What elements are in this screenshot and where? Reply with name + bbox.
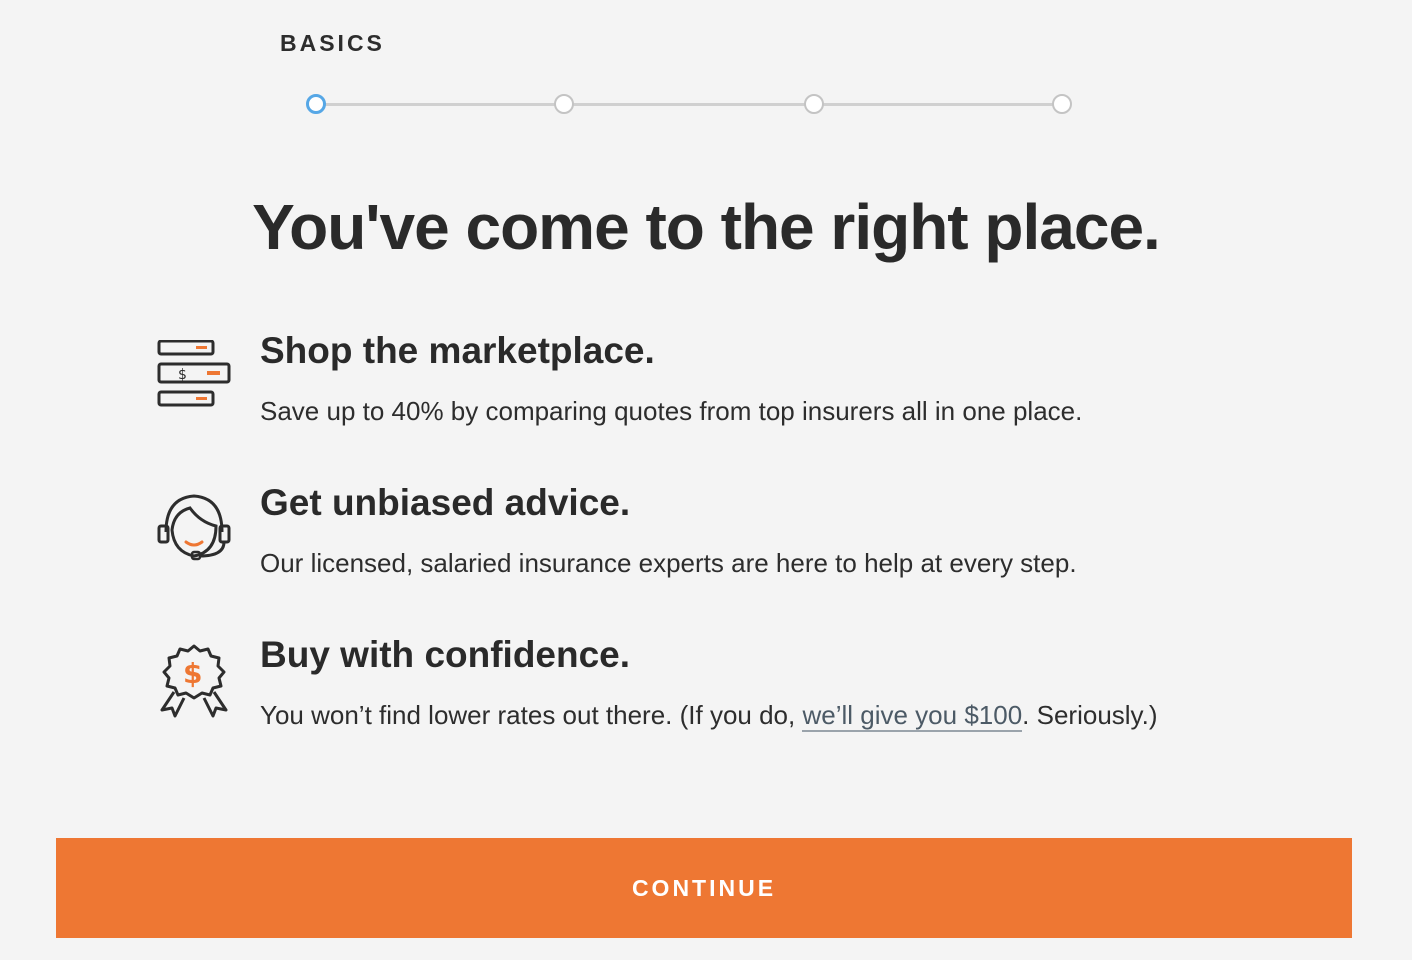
feature-title: Get unbiased advice. <box>260 482 631 523</box>
feature-marketplace: $ Shop the marketplace. Save up to 40% b… <box>156 330 1356 450</box>
feature-title: Shop the marketplace. <box>260 330 655 371</box>
step-dot-4[interactable] <box>1052 94 1072 114</box>
step-dot-3[interactable] <box>804 94 824 114</box>
feature-confidence: $ Buy with confidence. You won’t find lo… <box>156 634 1356 754</box>
feature-description: Our licensed, salaried insurance experts… <box>260 548 1077 578</box>
guarantee-link[interactable]: we’ll give you $100 <box>802 700 1023 732</box>
step-dot-2[interactable] <box>554 94 574 114</box>
dollar-badge-icon: $ <box>160 644 228 718</box>
feature-description: Save up to 40% by comparing quotes from … <box>260 396 1083 426</box>
feature-description-text: . Seriously.) <box>1022 700 1158 730</box>
step-label: BASICS <box>280 30 385 56</box>
step-dot-1[interactable] <box>306 94 326 114</box>
marketplace-icon: $ <box>157 340 231 407</box>
continue-button[interactable]: CONTINUE <box>56 838 1352 938</box>
page: BASICS You've come to the right place. $… <box>0 0 1412 960</box>
feature-title: Buy with confidence. <box>260 634 631 675</box>
page-title: You've come to the right place. <box>252 191 1161 263</box>
feature-advice: Get unbiased advice. Our licensed, salar… <box>156 482 1356 602</box>
feature-description-text: You won’t find lower rates out there. (I… <box>260 700 803 730</box>
svg-text:$: $ <box>183 657 202 690</box>
progress-stepper <box>306 94 1072 114</box>
feature-description: You won’t find lower rates out there. (I… <box>260 700 1158 732</box>
headset-agent-icon <box>157 494 231 561</box>
svg-text:$: $ <box>178 367 187 383</box>
stepper-track <box>316 103 1062 106</box>
